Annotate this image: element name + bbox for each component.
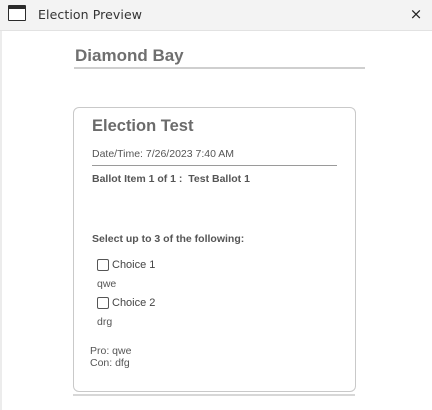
selection-instruction: Select up to 3 of the following:	[92, 233, 245, 245]
datetime-divider	[92, 165, 337, 166]
organization-divider	[74, 67, 365, 69]
card-bottom-shadow	[73, 394, 355, 396]
election-title: Election Test	[92, 117, 194, 135]
window-icon	[8, 5, 26, 21]
choice-1-description: qwe	[97, 278, 117, 290]
con-text: Con: dfg	[90, 357, 130, 369]
choice-1-label: Choice 1	[112, 259, 156, 271]
close-button[interactable]: ×	[406, 4, 426, 24]
choice-1[interactable]: Choice 1	[97, 259, 155, 271]
ballot-item-heading: Ballot Item 1 of 1 : Test Ballot 1	[92, 173, 250, 185]
window-left-edge	[0, 31, 2, 410]
choice-1-checkbox[interactable]	[97, 259, 109, 271]
choice-2-checkbox[interactable]	[97, 297, 109, 309]
choice-2-label: Choice 2	[112, 297, 156, 309]
pro-text: Pro: qwe	[90, 345, 132, 357]
window-title: Election Preview	[38, 7, 143, 22]
election-datetime: Date/Time: 7/26/2023 7:40 AM	[92, 148, 235, 160]
ballot-card: Election Test Date/Time: 7/26/2023 7:40 …	[73, 107, 356, 392]
choice-2-description: drg	[97, 316, 113, 328]
choice-2[interactable]: Choice 2	[97, 297, 155, 309]
title-bar: Election Preview ×	[0, 0, 432, 31]
organization-name: Diamond Bay	[75, 46, 184, 65]
